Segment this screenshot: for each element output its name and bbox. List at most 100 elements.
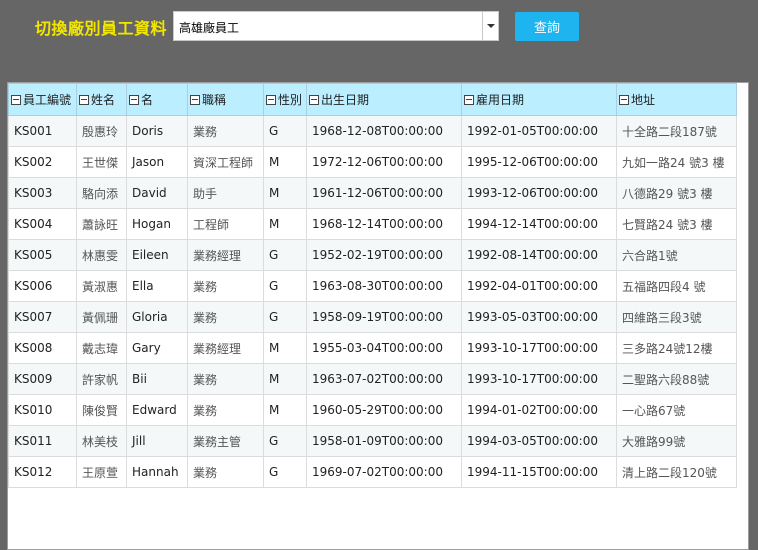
table-row[interactable]: KS004 蕭詠旺 Hogan 工程師 M 1968-12-14T00:00:00 1994… <box>8 208 737 240</box>
collapse-icon[interactable] <box>464 95 474 105</box>
table-row[interactable]: KS003 駱向添 David 助手 M 1961-12-06T00:00:00 1993-… <box>8 177 737 209</box>
employee-table: 員工編號 姓名名職稱 性別 出生日期 雇用日期 地址 KS001 殷惠玲 Doris 業務 G 19… <box>8 83 737 488</box>
cell-title: 業務 <box>187 115 264 147</box>
cell-title: 工程師 <box>187 208 264 240</box>
cell-last-name: 黃佩珊 <box>76 301 127 333</box>
table-row[interactable]: KS011 林美枝 Jill 業務主管 G 1958-01-09T00:00:00 1994… <box>8 425 737 457</box>
collapse-icon[interactable] <box>79 95 89 105</box>
table-row[interactable]: KS009 許家帆 Bii 業務 M 1963-07-02T00:00:00 1993-10… <box>8 363 737 395</box>
cell-birth-date: 1963-07-02T00:00:00 <box>306 363 462 395</box>
cell-gender: G <box>263 115 307 147</box>
cell-title: 業務 <box>187 270 264 302</box>
table-row[interactable]: KS002 王世傑 Jason 資深工程師 M 1972-12-06T00:00:00 19… <box>8 146 737 178</box>
collapse-icon[interactable] <box>11 95 21 105</box>
cell-hire-date: 1995-12-06T00:00:00 <box>461 146 617 178</box>
cell-last-name: 殷惠玲 <box>76 115 127 147</box>
cell-gender: G <box>263 270 307 302</box>
collapse-icon[interactable] <box>190 95 200 105</box>
cell-gender: G <box>263 425 307 457</box>
cell-address: 九如一路24 號3 樓 <box>616 146 737 178</box>
cell-birth-date: 1968-12-08T00:00:00 <box>306 115 462 147</box>
cell-employee-id: KS005 <box>8 239 77 271</box>
column-header-label: 雇用日期 <box>476 93 525 107</box>
employee-grid: 員工編號 姓名名職稱 性別 出生日期 雇用日期 地址 KS001 殷惠玲 Doris 業務 G 19… <box>7 82 749 550</box>
cell-title: 業務 <box>187 363 264 395</box>
cell-employee-id: KS009 <box>8 363 77 395</box>
cell-birth-date: 1968-12-14T00:00:00 <box>306 208 462 240</box>
column-header-address[interactable]: 地址 <box>616 83 737 116</box>
column-header-title[interactable]: 職稱 <box>187 83 264 116</box>
column-header-employee-id[interactable]: 員工編號 <box>8 83 77 116</box>
cell-hire-date: 1992-01-05T00:00:00 <box>461 115 617 147</box>
cell-title: 業務主管 <box>187 425 264 457</box>
switch-factory-label: 切換廠別員工資料 <box>35 19 168 38</box>
column-header-last-name[interactable]: 姓名 <box>76 83 127 116</box>
collapse-icon[interactable] <box>309 95 319 105</box>
cell-birth-date: 1955-03-04T00:00:00 <box>306 332 462 364</box>
collapse-icon[interactable] <box>129 95 139 105</box>
table-row[interactable]: KS008 戴志瑋 Gary 業務經理 M 1955-03-04T00:00:00 1993… <box>8 332 737 364</box>
cell-address: 五福路四段4 號 <box>616 270 737 302</box>
cell-last-name: 王世傑 <box>76 146 127 178</box>
cell-address: 清上路二段120號 <box>616 456 737 488</box>
column-header-hire-date[interactable]: 雇用日期 <box>461 83 617 116</box>
cell-first-name: David <box>126 177 188 209</box>
cell-gender: M <box>263 394 307 426</box>
table-row[interactable]: KS006 黃淑惠 Ella 業務 G 1963-08-30T00:00:00 1992-0… <box>8 270 737 302</box>
cell-employee-id: KS006 <box>8 270 77 302</box>
cell-last-name: 蕭詠旺 <box>76 208 127 240</box>
chevron-down-icon[interactable] <box>482 12 498 40</box>
cell-employee-id: KS003 <box>8 177 77 209</box>
cell-address: 十全路二段187號 <box>616 115 737 147</box>
column-header-label: 性別 <box>278 93 303 107</box>
cell-title: 業務 <box>187 456 264 488</box>
collapse-icon[interactable] <box>619 95 629 105</box>
column-header-label: 地址 <box>631 93 656 107</box>
cell-birth-date: 1963-08-30T00:00:00 <box>306 270 462 302</box>
cell-last-name: 陳俊賢 <box>76 394 127 426</box>
cell-gender: M <box>263 332 307 364</box>
cell-address: 八德路29 號3 樓 <box>616 177 737 209</box>
cell-last-name: 戴志瑋 <box>76 332 127 364</box>
cell-first-name: Ella <box>126 270 188 302</box>
cell-employee-id: KS010 <box>8 394 77 426</box>
cell-first-name: Hannah <box>126 456 188 488</box>
cell-hire-date: 1993-10-17T00:00:00 <box>461 332 617 364</box>
cell-gender: G <box>263 239 307 271</box>
cell-hire-date: 1994-03-05T00:00:00 <box>461 425 617 457</box>
query-button[interactable]: 查詢 <box>515 12 579 41</box>
table-row[interactable]: KS010 陳俊賢 Edward 業務 M 1960-05-29T00:00:00 1994… <box>8 394 737 426</box>
cell-employee-id: KS011 <box>8 425 77 457</box>
collapse-icon[interactable] <box>266 95 276 105</box>
factory-select-value: 高雄廠員工 <box>179 21 240 35</box>
cell-title: 業務經理 <box>187 239 264 271</box>
cell-gender: M <box>263 177 307 209</box>
cell-birth-date: 1961-12-06T00:00:00 <box>306 177 462 209</box>
factory-select[interactable]: 高雄廠員工 <box>173 11 499 41</box>
column-header-birth-date[interactable]: 出生日期 <box>306 83 462 116</box>
cell-title: 業務經理 <box>187 332 264 364</box>
cell-employee-id: KS001 <box>8 115 77 147</box>
column-header-label: 員工編號 <box>23 93 72 107</box>
toolbar: 切換廠別員工資料 高雄廠員工 查詢 <box>0 0 758 56</box>
cell-first-name: Bii <box>126 363 188 395</box>
cell-first-name: Jill <box>126 425 188 457</box>
cell-employee-id: KS008 <box>8 332 77 364</box>
table-row[interactable]: KS001 殷惠玲 Doris 業務 G 1968-12-08T00:00:00 1992-… <box>8 115 737 147</box>
column-header-first-name[interactable]: 名 <box>126 83 188 116</box>
cell-address: 二聖路六段88號 <box>616 363 737 395</box>
cell-employee-id: KS012 <box>8 456 77 488</box>
cell-last-name: 許家帆 <box>76 363 127 395</box>
cell-last-name: 駱向添 <box>76 177 127 209</box>
table-row[interactable]: KS005 林惠雯 Eileen 業務經理 G 1952-02-19T00:00:00 19… <box>8 239 737 271</box>
table-row[interactable]: KS012 王原萱 Hannah 業務 G 1969-07-02T00:00:00 1994… <box>8 456 737 488</box>
cell-first-name: Hogan <box>126 208 188 240</box>
cell-gender: M <box>263 146 307 178</box>
cell-hire-date: 1994-12-14T00:00:00 <box>461 208 617 240</box>
column-header-gender[interactable]: 性別 <box>263 83 307 116</box>
table-row[interactable]: KS007 黃佩珊 Gloria 業務 G 1958-09-19T00:00:00 1993… <box>8 301 737 333</box>
cell-address: 四維路三段3號 <box>616 301 737 333</box>
cell-title: 業務 <box>187 394 264 426</box>
cell-address: 一心路67號 <box>616 394 737 426</box>
cell-birth-date: 1969-07-02T00:00:00 <box>306 456 462 488</box>
